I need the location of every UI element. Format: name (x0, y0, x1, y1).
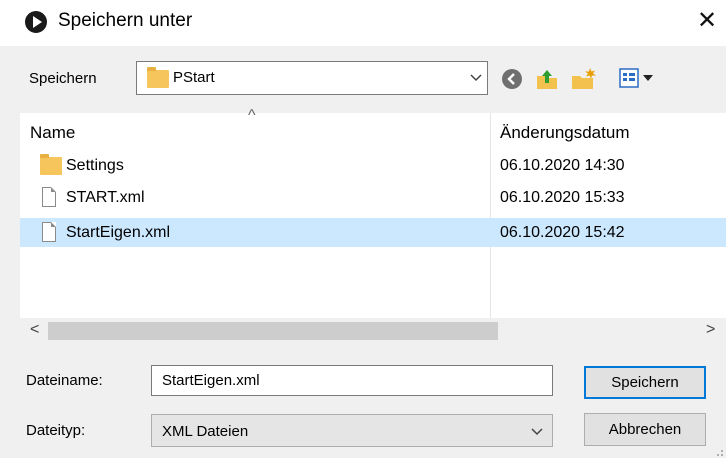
sort-ascending-icon: ^ (248, 107, 256, 124)
folder-icon (40, 154, 62, 175)
filetype-label: Dateityp: (26, 422, 86, 439)
file-icon (42, 187, 56, 207)
new-folder-icon[interactable] (570, 66, 596, 90)
file-date: 06.10.2020 15:42 (500, 224, 625, 241)
back-icon[interactable] (500, 67, 524, 91)
file-list[interactable]: Name ^ Änderungsdatum Settings 06.10.202… (20, 107, 726, 318)
file-name: START.xml (66, 189, 145, 206)
view-menu-icon[interactable] (618, 66, 664, 90)
filetype-select[interactable]: XML Dateien (151, 414, 553, 447)
file-name: StartEigen.xml (66, 224, 171, 241)
list-item[interactable]: START.xml 06.10.2020 15:33 (20, 185, 726, 211)
list-item[interactable]: Settings 06.10.2020 14:30 (20, 153, 726, 179)
cancel-button[interactable]: Abbrechen (584, 413, 706, 446)
close-icon[interactable]: ✕ (692, 6, 722, 36)
folder-icon (147, 67, 169, 88)
file-date: 06.10.2020 15:33 (500, 189, 625, 206)
chevron-down-icon[interactable] (530, 424, 544, 442)
location-value: PStart (173, 69, 215, 86)
list-item-selected[interactable]: StartEigen.xml 06.10.2020 15:42 (20, 218, 726, 247)
location-label: Speichern (29, 70, 97, 87)
resize-grip-icon[interactable] (712, 444, 724, 456)
up-folder-icon[interactable] (534, 66, 558, 90)
filename-input[interactable] (151, 365, 553, 396)
horizontal-scrollbar[interactable]: < > (20, 318, 726, 344)
save-button[interactable]: Speichern (584, 366, 706, 399)
file-icon (42, 222, 56, 242)
play-icon (25, 11, 47, 33)
scrollbar-thumb[interactable] (48, 322, 498, 340)
chevron-down-icon[interactable] (469, 70, 483, 87)
location-combo[interactable]: PStart (136, 61, 488, 95)
scroll-left-icon[interactable]: < (30, 321, 39, 339)
filetype-value: XML Dateien (162, 423, 249, 440)
column-header-name[interactable]: Name (30, 123, 75, 143)
filename-label: Dateiname: (26, 372, 103, 389)
window-title: Speichern unter (58, 10, 193, 31)
file-name: Settings (66, 157, 124, 174)
title-bar: Speichern unter ✕ (0, 0, 726, 46)
file-date: 06.10.2020 14:30 (500, 157, 625, 174)
scroll-right-icon[interactable]: > (706, 321, 715, 339)
column-divider (490, 113, 491, 318)
column-header-date[interactable]: Änderungsdatum (500, 123, 629, 143)
